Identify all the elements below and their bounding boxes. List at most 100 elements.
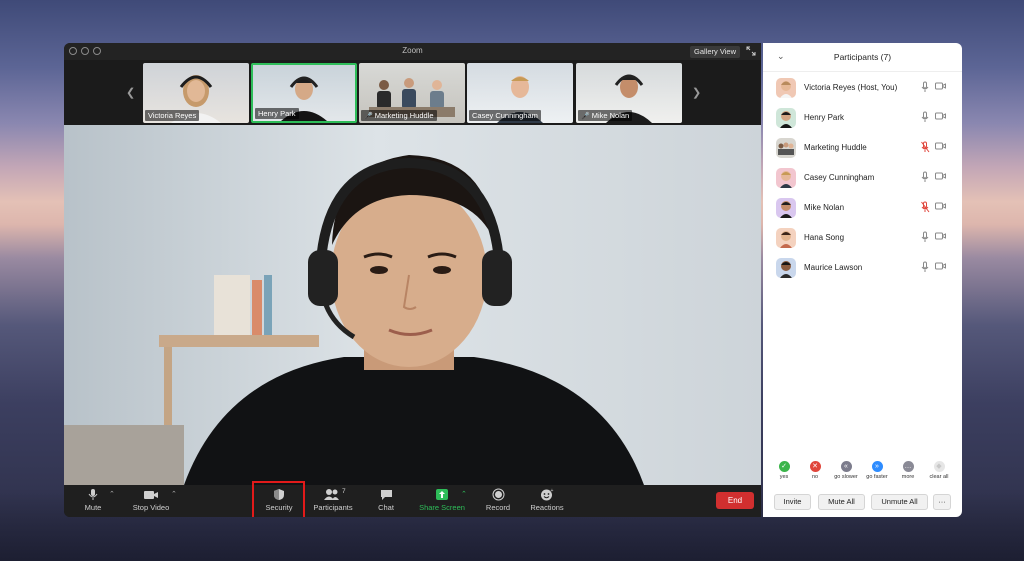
avatar (776, 228, 796, 248)
participants-button[interactable]: Participants (310, 488, 356, 512)
participant-name: Marketing Huddle (804, 143, 867, 152)
participants-label: Participants (313, 503, 353, 512)
fullscreen-icon[interactable] (746, 46, 756, 56)
participant-row[interactable]: Henry Park (763, 103, 962, 133)
fast-forward-icon: » (871, 461, 883, 472)
title-bar: Zoom Gallery View (64, 43, 761, 60)
chevron-left-icon[interactable]: ❮ (126, 86, 135, 99)
video-camera-icon[interactable] (935, 202, 946, 210)
avatar (776, 78, 796, 98)
stop-video-label: Stop Video (132, 503, 170, 512)
mute-button[interactable]: Mute (80, 488, 106, 512)
smiley-icon: + (541, 488, 554, 501)
feedback-label: clear all (929, 474, 949, 480)
microphone-icon[interactable] (921, 231, 929, 243)
record-icon (492, 488, 504, 501)
feedback-more-button[interactable]: … more (893, 461, 923, 480)
participant-row[interactable]: Hana Song (763, 223, 962, 253)
checkmark-icon: ✓ (778, 461, 790, 472)
feedback-go-faster-button[interactable]: » go faster (862, 461, 892, 480)
record-button[interactable]: Record (483, 488, 513, 512)
thumb-name-label: 🎤 Mike Nolan (578, 110, 633, 121)
participants-panel: ⌄ Participants (7) Victoria Reyes (Host,… (763, 43, 962, 517)
rewind-icon: « (840, 461, 852, 472)
microphone-icon[interactable] (921, 111, 929, 123)
stop-video-button[interactable]: Stop Video (130, 488, 172, 512)
mute-label: Mute (84, 503, 102, 512)
participants-panel-header: ⌄ Participants (7) (763, 43, 962, 72)
participant-row[interactable]: Casey Cunningham (763, 163, 962, 193)
share-options-caret-icon[interactable]: ⌃ (461, 490, 467, 498)
thumb-name-label: Casey Cunningham (469, 110, 541, 121)
video-camera-icon[interactable] (935, 262, 946, 270)
thumb-name-label: 🎤 Marketing Huddle (361, 110, 437, 121)
mic-muted-icon: 🎤 (581, 113, 590, 120)
video-thumb-marketing-huddle[interactable]: 🎤 Marketing Huddle (359, 63, 465, 123)
avatar (776, 138, 796, 158)
feedback-label: yes (779, 474, 789, 480)
feedback-label: go slower (834, 474, 858, 480)
microphone-muted-icon[interactable] (921, 141, 930, 153)
reactions-label: Reactions (530, 503, 564, 512)
video-camera-icon[interactable] (935, 82, 946, 90)
x-mark-icon: ✕ (809, 461, 821, 472)
end-meeting-button[interactable]: End (716, 492, 754, 509)
feedback-label: no (811, 474, 819, 480)
audio-options-caret-icon[interactable]: ⌃ (109, 490, 115, 498)
speaker-video-image (64, 125, 761, 485)
share-screen-button[interactable]: Share Screen (417, 488, 467, 512)
feedback-clear-all-button[interactable]: ◆ clear all (924, 461, 954, 480)
svg-text:+: + (551, 488, 554, 494)
video-camera-icon[interactable] (935, 142, 946, 150)
participant-name: Victoria Reyes (Host, You) (804, 83, 898, 92)
video-thumb-mike-nolan[interactable]: 🎤 Mike Nolan (576, 63, 682, 123)
record-label: Record (485, 503, 511, 512)
mute-all-button[interactable]: Mute All (818, 494, 865, 510)
feedback-yes-button[interactable]: ✓ yes (769, 461, 799, 480)
microphone-icon[interactable] (921, 81, 929, 93)
participant-row[interactable]: Maurice Lawson (763, 253, 962, 283)
invite-button[interactable]: Invite (774, 494, 811, 510)
avatar (776, 168, 796, 188)
feedback-label: go faster (866, 474, 888, 480)
microphone-muted-icon[interactable] (921, 201, 930, 213)
more-options-button[interactable]: ··· (933, 494, 951, 510)
security-highlight-box (252, 481, 305, 517)
chevron-right-icon[interactable]: ❯ (692, 86, 701, 99)
nonverbal-feedback-bar: ✓ yes ✕ no « go slower » go faster … mor… (763, 461, 962, 487)
participant-row[interactable]: Victoria Reyes (Host, You) (763, 73, 962, 103)
share-arrow-icon (436, 489, 448, 500)
people-icon (324, 489, 339, 500)
microphone-icon[interactable] (921, 171, 929, 183)
share-screen-label: Share Screen (419, 503, 465, 512)
thumb-name-label: Victoria Reyes (145, 110, 200, 121)
participant-name: Hana Song (804, 233, 845, 242)
feedback-no-button[interactable]: ✕ no (800, 461, 830, 480)
mic-muted-icon: 🎤 (364, 113, 373, 120)
participant-name: Maurice Lawson (804, 263, 863, 272)
participants-count: 7 (342, 488, 346, 495)
participant-row[interactable]: Marketing Huddle (763, 133, 962, 163)
feedback-label: more (901, 474, 915, 480)
eraser-icon: ◆ (933, 461, 945, 472)
video-camera-icon (144, 491, 158, 499)
participant-name: Henry Park (804, 113, 845, 122)
active-speaker-video (64, 125, 761, 485)
video-thumb-henry-park[interactable]: Henry Park (251, 63, 357, 123)
chat-label: Chat (378, 503, 394, 512)
video-camera-icon[interactable] (935, 112, 946, 120)
meeting-toolbar: Mute ⌃ Stop Video ⌃ Security Participant… (64, 481, 761, 517)
video-options-caret-icon[interactable]: ⌃ (171, 490, 177, 498)
unmute-all-button[interactable]: Unmute All (871, 494, 928, 510)
chat-button[interactable]: Chat (374, 488, 398, 512)
participant-row[interactable]: Mike Nolan (763, 193, 962, 223)
thumb-name-label: Henry Park (255, 108, 299, 119)
video-camera-icon[interactable] (935, 232, 946, 240)
microphone-icon[interactable] (921, 261, 929, 273)
gallery-view-button[interactable]: Gallery View (690, 46, 740, 58)
video-camera-icon[interactable] (935, 172, 946, 180)
video-thumb-victoria-reyes[interactable]: Victoria Reyes (143, 63, 249, 123)
feedback-go-slower-button[interactable]: « go slower (831, 461, 861, 480)
reactions-button[interactable]: + Reactions (527, 488, 567, 512)
video-thumb-casey-cunningham[interactable]: Casey Cunningham (467, 63, 573, 123)
